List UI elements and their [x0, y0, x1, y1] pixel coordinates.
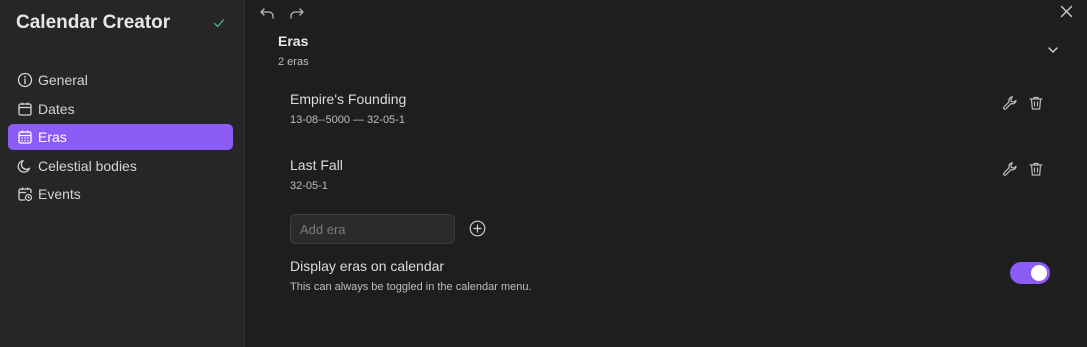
redo-icon[interactable]	[289, 6, 305, 20]
setting-description: This can always be toggled in the calend…	[290, 281, 532, 293]
wrench-icon[interactable]	[1002, 161, 1018, 177]
era-name: Empire's Founding	[290, 91, 407, 107]
sidebar-item-events[interactable]: Events	[8, 181, 233, 207]
era-dates: 32-05-1	[290, 180, 328, 192]
calendar-days-icon	[17, 129, 33, 145]
undo-icon[interactable]	[259, 6, 275, 20]
sidebar-item-eras[interactable]: Eras	[8, 124, 233, 150]
plus-circle-icon[interactable]	[469, 220, 486, 237]
close-icon[interactable]	[1060, 5, 1073, 18]
sidebar-item-label: General	[38, 72, 88, 88]
trash-icon[interactable]	[1028, 95, 1044, 111]
sidebar-nav: General Dates Eras Celestial bodies Even…	[8, 67, 233, 210]
moon-icon	[17, 158, 33, 174]
section-title: Eras	[278, 33, 309, 49]
era-dates: 13-08--5000 — 32-05-1	[290, 114, 405, 126]
sidebar-item-celestial-bodies[interactable]: Celestial bodies	[8, 153, 233, 179]
toggle-knob	[1031, 265, 1047, 281]
add-era-input[interactable]	[290, 214, 455, 244]
sidebar-item-label: Dates	[38, 100, 75, 117]
sidebar: Calendar Creator General Dates Eras Cele…	[0, 0, 245, 347]
trash-icon[interactable]	[1028, 161, 1044, 177]
app-title: Calendar Creator	[16, 12, 171, 33]
sidebar-item-label: Eras	[38, 129, 67, 145]
sidebar-item-dates[interactable]: Dates	[8, 96, 233, 122]
display-eras-toggle[interactable]	[1010, 262, 1050, 284]
chevron-down-icon[interactable]	[1047, 45, 1059, 55]
wrench-icon[interactable]	[1002, 95, 1018, 111]
sidebar-item-label: Events	[38, 186, 81, 202]
era-name: Last Fall	[290, 157, 343, 173]
sidebar-item-general[interactable]: General	[8, 67, 233, 93]
check-icon	[213, 19, 225, 28]
main-panel: Eras 2 eras Empire's Founding 13-08--500…	[245, 0, 1087, 347]
app-window: Calendar Creator General Dates Eras Cele…	[0, 0, 1087, 347]
sidebar-item-label: Celestial bodies	[38, 157, 137, 174]
calendar-icon	[17, 101, 33, 117]
section-subtitle: 2 eras	[278, 56, 309, 68]
calendar-clock-icon	[17, 186, 33, 202]
setting-name: Display eras on calendar	[290, 258, 445, 274]
info-circle-icon	[17, 72, 33, 88]
